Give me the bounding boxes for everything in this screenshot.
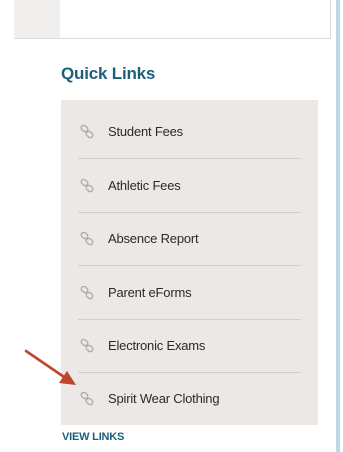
quick-link-label: Athletic Fees bbox=[108, 178, 181, 193]
quick-link-athletic-fees[interactable]: Athletic Fees bbox=[78, 159, 301, 213]
quick-link-label: Parent eForms bbox=[108, 285, 192, 300]
link-icon bbox=[80, 391, 94, 405]
quick-link-label: Absence Report bbox=[108, 231, 199, 246]
link-icon bbox=[80, 338, 94, 352]
page: Quick Links Student Fees Athletic Fees A… bbox=[0, 0, 343, 452]
right-divider bbox=[336, 0, 340, 452]
view-links-link[interactable]: VIEW LINKS bbox=[62, 431, 124, 443]
quick-link-absence-report[interactable]: Absence Report bbox=[78, 212, 301, 266]
quick-link-student-fees[interactable]: Student Fees bbox=[78, 105, 301, 159]
quick-links-list: Student Fees Athletic Fees Absence Repor… bbox=[61, 100, 318, 425]
quick-links-title: Quick Links bbox=[61, 64, 156, 83]
quick-link-spirit-wear-clothing[interactable]: Spirit Wear Clothing bbox=[78, 372, 301, 425]
link-icon bbox=[80, 285, 94, 299]
quick-link-label: Spirit Wear Clothing bbox=[108, 391, 220, 406]
link-icon bbox=[80, 231, 94, 245]
top-panel bbox=[14, 0, 331, 39]
top-panel-inner bbox=[14, 0, 60, 38]
quick-link-parent-eforms[interactable]: Parent eForms bbox=[78, 266, 301, 320]
quick-link-electronic-exams[interactable]: Electronic Exams bbox=[78, 319, 301, 373]
quick-link-label: Student Fees bbox=[108, 124, 183, 139]
quick-link-label: Electronic Exams bbox=[108, 338, 206, 353]
link-icon bbox=[80, 178, 94, 192]
link-icon bbox=[80, 124, 94, 138]
